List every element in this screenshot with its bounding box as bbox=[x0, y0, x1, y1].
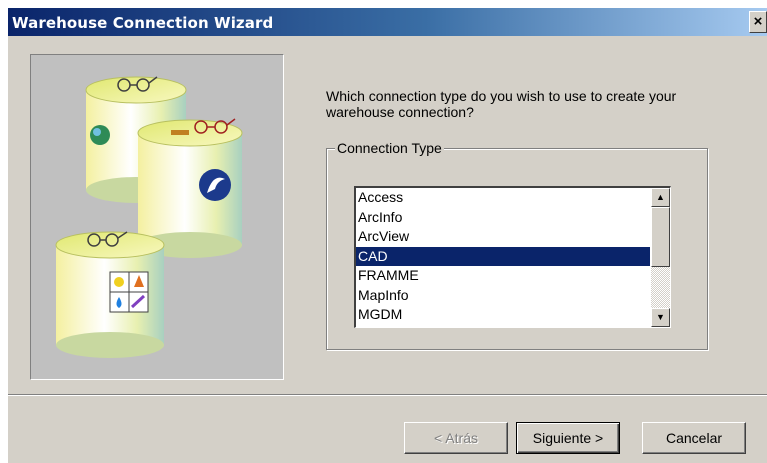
close-button[interactable]: × bbox=[749, 11, 767, 33]
back-button[interactable]: < Atrás bbox=[404, 422, 508, 454]
wizard-illustration bbox=[30, 54, 284, 380]
connection-type-list: Access ArcInfo ArcView CAD FRAMME MapInfo MGDM bbox=[356, 188, 650, 325]
list-item[interactable]: ArcView bbox=[356, 227, 650, 247]
list-item[interactable]: Access bbox=[356, 188, 650, 208]
vertical-scrollbar[interactable]: ▲ ▼ bbox=[651, 188, 670, 327]
window-title: Warehouse Connection Wizard bbox=[12, 14, 274, 32]
list-item[interactable]: MapInfo bbox=[356, 286, 650, 306]
connection-type-label: Connection Type bbox=[335, 140, 444, 156]
connection-type-group: Connection Type Access ArcInfo ArcView CAD F… bbox=[326, 140, 708, 350]
list-item[interactable]: MGDM bbox=[356, 305, 650, 325]
list-item[interactable]: CAD bbox=[356, 246, 650, 266]
scroll-down-button[interactable]: ▼ bbox=[651, 308, 670, 327]
list-item[interactable]: ArcInfo bbox=[356, 208, 650, 228]
scroll-thumb[interactable] bbox=[651, 207, 670, 267]
arrow-up-icon: ▲ bbox=[656, 192, 665, 202]
close-icon: × bbox=[753, 13, 763, 30]
wizard-window: Warehouse Connection Wizard × Which conn… bbox=[8, 8, 767, 463]
arrow-down-icon: ▼ bbox=[656, 312, 665, 322]
list-item[interactable]: FRAMME bbox=[356, 266, 650, 286]
title-bar[interactable]: Warehouse Connection Wizard × bbox=[8, 8, 767, 36]
next-button[interactable]: Siguiente > bbox=[516, 422, 620, 454]
database-cylinder-front bbox=[55, 231, 165, 358]
scroll-up-button[interactable]: ▲ bbox=[651, 188, 670, 207]
database-cylinders-illustration bbox=[55, 76, 243, 358]
feature-tiles-icon bbox=[109, 271, 149, 313]
connection-type-listbox[interactable]: Access ArcInfo ArcView CAD FRAMME MapInfo MGDM… bbox=[354, 186, 671, 328]
question-text: Which connection type do you wish to use… bbox=[326, 88, 677, 120]
button-separator bbox=[8, 394, 767, 396]
cancel-button[interactable]: Cancelar bbox=[642, 422, 746, 454]
